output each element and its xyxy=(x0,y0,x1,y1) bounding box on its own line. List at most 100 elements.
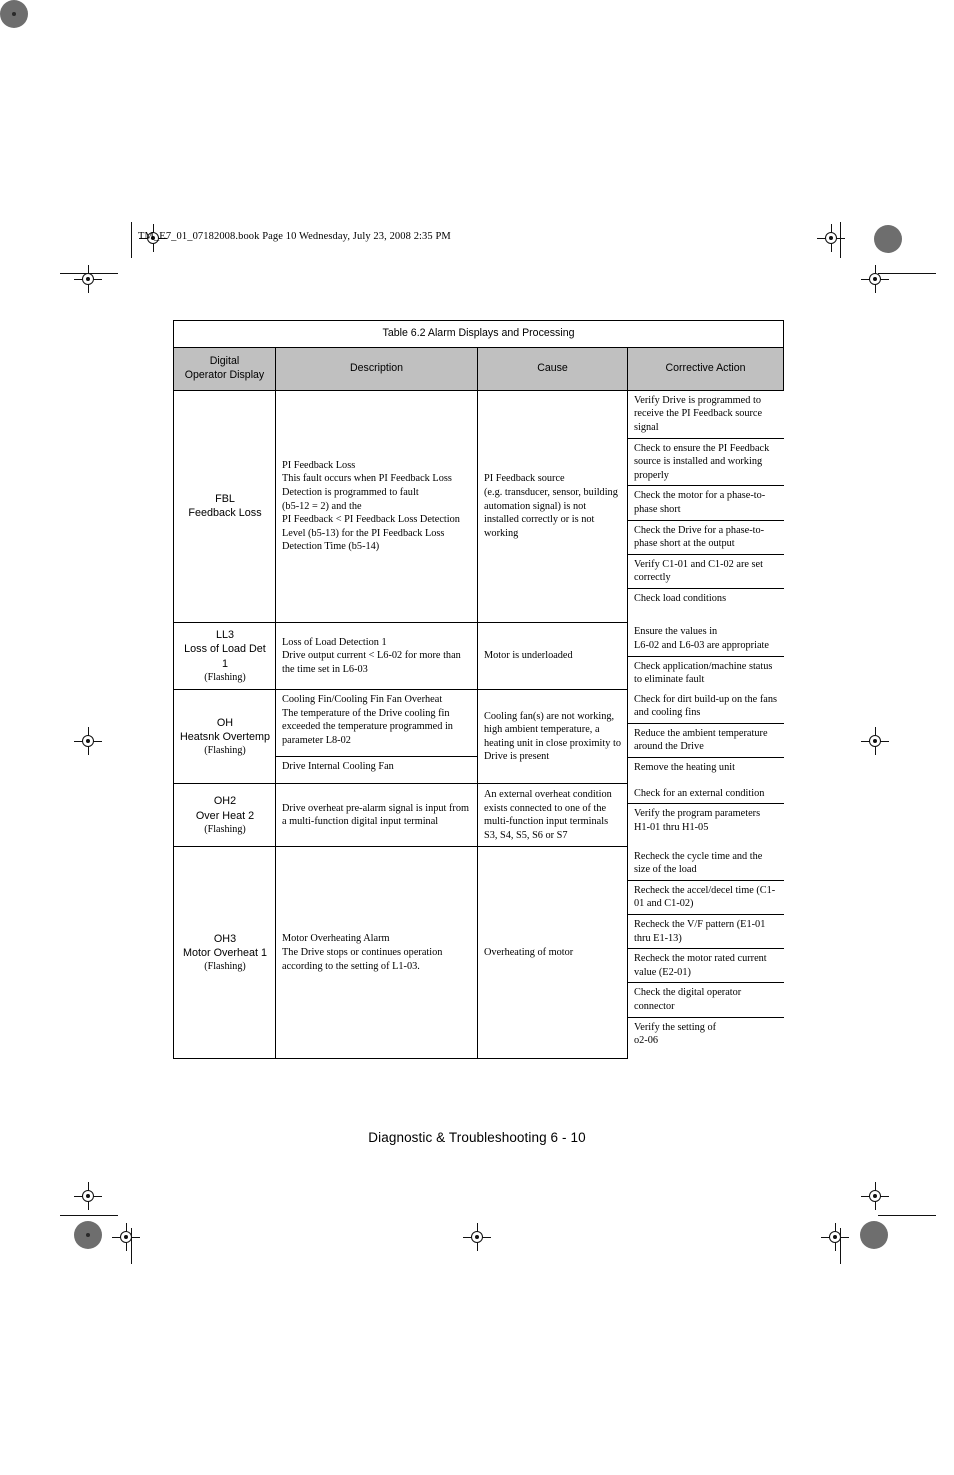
list-item: Check the motor for a phase-to-phase sho… xyxy=(628,485,784,521)
alarm-code: LL3 xyxy=(215,629,234,642)
alarm-code-ll3: LL3 Loss of Load Det 1 (Flashing) xyxy=(173,621,276,691)
registration-mark-left-upper xyxy=(74,265,102,293)
book-header-text: TM_E7_01_07182008.book Page 10 Wednesday… xyxy=(138,231,451,242)
alarm-code: OH3 xyxy=(213,932,237,945)
list-item: Recheck the V/F pattern (E1-01 thru E1-1… xyxy=(628,914,784,950)
list-item: Verify Drive is programmed to receive th… xyxy=(628,390,784,439)
list-item: Check for dirt build-up on the fans and … xyxy=(628,689,784,724)
corrective-action-list: Ensure the values in L6-02 and L6-03 are … xyxy=(628,622,784,689)
alarm-name: Motor Overheat 1 xyxy=(182,947,267,960)
alarm-name: Heatsnk Overtemp xyxy=(180,731,271,744)
table-row: OH Heatsnk Overtemp (Flashing) Cooling F… xyxy=(173,689,784,785)
alarm-code-oh3: OH3 Motor Overheat 1 (Flashing) xyxy=(173,846,276,1060)
alarm-description-oh3: Motor Overheating Alarm The Drive stops o… xyxy=(275,846,478,1060)
registration-mark-right-middle xyxy=(861,727,889,755)
alarm-displays-table: Table 6.2 Alarm Displays and Processing … xyxy=(172,320,785,1060)
list-item: Recheck the motor rated current value (E… xyxy=(628,948,784,984)
corrective-action-text: Verify the setting of o2-06 xyxy=(634,1021,717,1047)
corrective-action-text: Check load conditions xyxy=(634,592,727,604)
alarm-code-oh: OH Heatsnk Overtemp (Flashing) xyxy=(173,689,276,785)
column-header-line2: Operator Display xyxy=(184,368,265,381)
registration-mark-left-lower xyxy=(74,1182,102,1210)
list-item: Check application/machine status to elim… xyxy=(628,656,784,690)
list-item: Remove the heating unit xyxy=(628,758,784,778)
corrective-action-text: Ensure the values in L6-02 and L6-03 are … xyxy=(628,622,784,657)
alarm-name: Feedback Loss xyxy=(188,507,262,520)
alarm-description-oh2: Drive overheat pre-alarm signal is input… xyxy=(275,783,478,848)
corrective-action-text: Check for an external condition xyxy=(628,783,784,805)
registration-mark-bottom-center xyxy=(463,1223,491,1251)
corrective-action-list: Check for dirt build-up on the fans and … xyxy=(628,689,784,778)
alarm-description-fbl: PI Feedback Loss This fault occurs when P… xyxy=(275,389,478,623)
registration-mark-bottom-right xyxy=(821,1223,849,1251)
halftone-circle-top-right xyxy=(874,225,902,253)
table-row: OH2 Over Heat 2 (Flashing) Drive overhea… xyxy=(173,783,784,848)
alarm-code-fbl: FBL Feedback Loss xyxy=(173,389,276,623)
trim-line-left-horizontal-upper xyxy=(60,273,118,275)
alarm-description-oh-part1: Cooling Fin/Cooling Fin Fan Overheat The … xyxy=(276,690,477,757)
column-header-corrective-action: Corrective Action xyxy=(626,346,785,391)
table-header-row: Digital Operator Display Description Cau… xyxy=(173,346,785,391)
list-item: Verify the program parameters H1-01 thru… xyxy=(628,804,784,838)
alarm-cause-oh3: Overheating of motor xyxy=(477,846,628,1060)
list-item: Ensure the values in L6-02 and L6-03 are … xyxy=(628,622,784,657)
alarm-flashing-note: (Flashing) xyxy=(204,823,246,835)
list-item: Drive Internal Cooling Fan xyxy=(276,756,477,776)
trim-line-right-horizontal-lower xyxy=(878,1215,936,1217)
list-item: Check the Drive for a phase-to-phase sho… xyxy=(628,520,784,555)
trim-line-left-horizontal-lower xyxy=(60,1215,118,1217)
corrective-action-text: Check to ensure the PI Feedback source i… xyxy=(628,438,784,487)
trim-line-top-right-vertical xyxy=(840,222,842,258)
alarm-flashing-note: (Flashing) xyxy=(204,671,246,683)
column-header-digital-operator-display: Digital Operator Display xyxy=(173,346,276,391)
table-row: LL3 Loss of Load Det 1 (Flashing) Loss o… xyxy=(173,621,784,691)
trim-line-bottom-left-vertical xyxy=(131,1228,133,1264)
alarm-code: OH xyxy=(216,716,234,729)
alarm-name: Loss of Load Det 1 xyxy=(184,643,266,670)
alarm-flashing-note: (Flashing) xyxy=(204,961,246,973)
table-row: OH3 Motor Overheat 1 (Flashing) Motor Ov… xyxy=(173,846,784,1060)
list-item: Verify the setting of o2-06 xyxy=(628,1017,784,1051)
alarm-actions-fbl: Verify Drive is programmed to receive th… xyxy=(628,390,784,622)
table-caption-row: Table 6.2 Alarm Displays and Processing xyxy=(172,320,785,348)
corrective-action-text: Reduce the ambient temperature around th… xyxy=(628,723,784,759)
column-header-description: Description xyxy=(275,346,478,391)
list-item: Check the digital operator connector xyxy=(628,982,784,1018)
corrective-action-text: Verify Drive is programmed to receive th… xyxy=(628,390,784,439)
alarm-cause-ll3: Motor is underloaded xyxy=(477,621,628,691)
halftone-circle-bottom-left xyxy=(74,1221,102,1249)
table-row: FBL Feedback Loss PI Feedback Loss This f… xyxy=(173,389,784,623)
corrective-action-list: Verify Drive is programmed to receive th… xyxy=(628,390,784,609)
alarm-description-ll3: Loss of Load Detection 1 Drive output cur… xyxy=(275,621,478,691)
halftone-circle-top-left xyxy=(0,0,28,28)
list-item: Reduce the ambient temperature around th… xyxy=(628,723,784,759)
corrective-action-text: Verify the program parameters H1-01 thru… xyxy=(634,808,761,833)
alarm-table-container: Table 6.2 Alarm Displays and Processing … xyxy=(172,320,785,1060)
list-item: Recheck the accel/decel time (C1-01 and … xyxy=(628,880,784,916)
corrective-action-text: Check the motor for a phase-to-phase sho… xyxy=(628,485,784,521)
list-item: Check to ensure the PI Feedback source i… xyxy=(628,438,784,487)
corrective-action-text: Verify C1-01 and C1-02 are set correctly xyxy=(628,554,784,589)
trim-line-right-horizontal-upper xyxy=(878,273,936,275)
corrective-action-text: Recheck the accel/decel time (C1-01 and … xyxy=(628,880,784,916)
corrective-action-list: Recheck the cycle time and the size of t… xyxy=(628,846,784,1051)
alarm-actions-oh: Check for dirt build-up on the fans and … xyxy=(628,689,784,784)
alarm-actions-oh3: Recheck the cycle time and the size of t… xyxy=(628,846,784,1059)
alarm-flashing-note: (Flashing) xyxy=(204,745,246,757)
corrective-action-text: Check application/machine status to elim… xyxy=(634,660,773,686)
list-item: Cooling Fin/Cooling Fin Fan Overheat The … xyxy=(276,690,477,757)
corrective-action-text: Check the digital operator connector xyxy=(628,982,784,1018)
description-split-list: Cooling Fin/Cooling Fin Fan Overheat The … xyxy=(276,690,477,776)
halftone-circle-bottom-right xyxy=(860,1221,888,1249)
list-item: Check load conditions xyxy=(628,588,784,608)
registration-mark-bottom-left xyxy=(112,1223,140,1251)
corrective-action-text: Check the Drive for a phase-to-phase sho… xyxy=(628,520,784,555)
column-header-line1: Digital xyxy=(209,354,240,367)
trim-line-bottom-right-vertical xyxy=(840,1228,842,1264)
corrective-action-text: Recheck the motor rated current value (E… xyxy=(628,948,784,984)
list-item: Verify C1-01 and C1-02 are set correctly xyxy=(628,554,784,589)
corrective-action-text: Remove the heating unit xyxy=(634,762,735,774)
registration-mark-top-right xyxy=(817,224,845,252)
alarm-cause-fbl: PI Feedback source (e.g. transducer, sens… xyxy=(477,389,628,623)
column-header-cause: Cause xyxy=(477,346,628,391)
